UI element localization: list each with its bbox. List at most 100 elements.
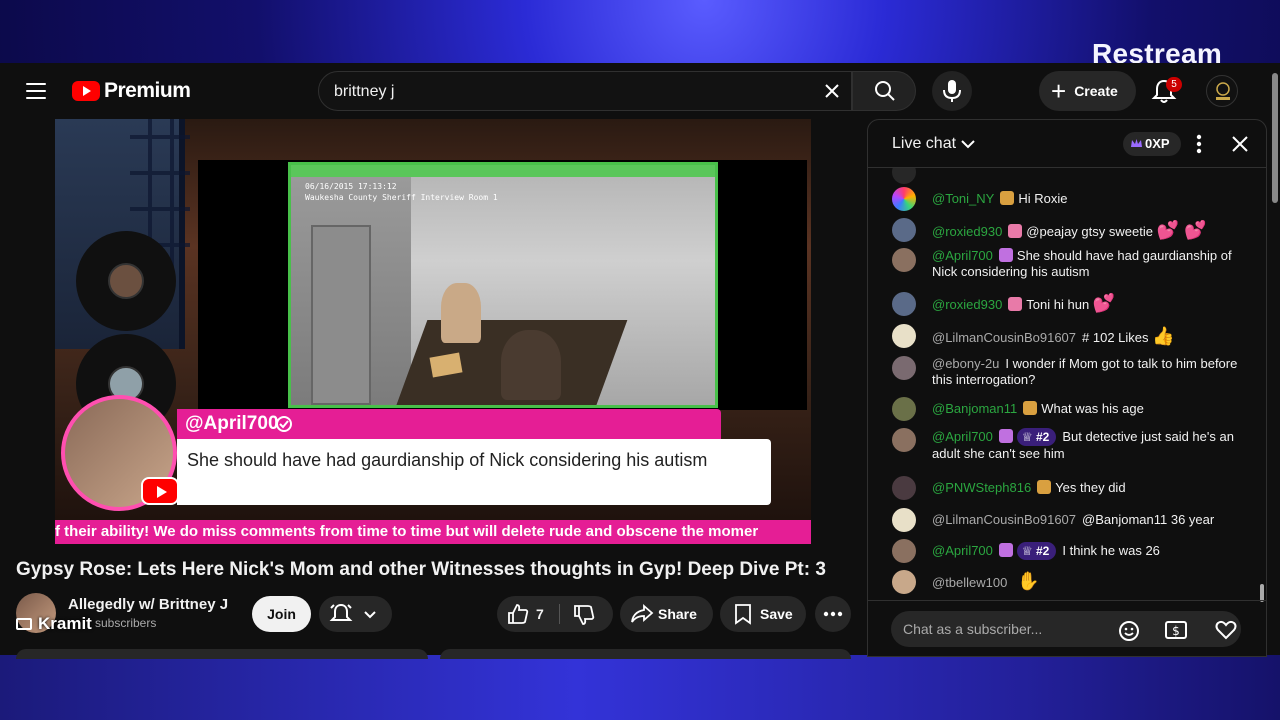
description-box[interactable] (16, 649, 428, 659)
monitor-icon (16, 618, 32, 630)
chat-author[interactable]: @LilmanCousinBo91607 (932, 330, 1076, 345)
chat-avatar[interactable] (892, 292, 916, 316)
chat-avatar[interactable] (892, 187, 916, 211)
ticker-banner: f their ability! We do miss comments fro… (55, 520, 811, 544)
chat-input[interactable]: Chat as a subscriber... (891, 611, 1241, 647)
subscribed-notifications-button[interactable] (319, 596, 392, 632)
chat-avatar[interactable] (892, 539, 916, 563)
thumbs-down-icon[interactable] (573, 604, 595, 626)
bell-icon (329, 603, 353, 621)
chat-message: @roxied930 @peajay gtsy sweetie 💕 💕 (892, 218, 1244, 242)
guest-avatar-1 (76, 231, 176, 331)
chat-avatar[interactable] (892, 428, 916, 452)
member-badge-icon (998, 429, 1013, 443)
chat-avatar[interactable] (892, 397, 916, 421)
heart-emoji-icon: 💕 (1092, 293, 1116, 313)
chat-message: @Banjoman11 What was his age (892, 397, 1244, 421)
logo-text: Premium (104, 79, 191, 102)
chat-author[interactable]: @April700 (932, 248, 993, 263)
chevron-down-icon[interactable] (960, 136, 976, 152)
chat-author[interactable]: @ebony-2u (932, 356, 999, 371)
account-avatar[interactable] (1206, 75, 1238, 107)
hearts-emoji-icon: 💕 💕 (1156, 220, 1207, 240)
footage-timestamp-line2: Waukesha County Sheriff Interview Room 1 (305, 193, 498, 202)
search-icon (875, 81, 895, 101)
menu-icon[interactable] (26, 83, 46, 99)
chat-messages: @Toni_NY Hi Roxie @roxied930 @peajay gtsy … (868, 168, 1260, 600)
save-button[interactable]: Save (720, 596, 806, 632)
search-input[interactable]: brittney j (318, 71, 852, 111)
share-button[interactable]: Share (620, 596, 713, 632)
close-icon[interactable] (1230, 134, 1250, 154)
rank-value: #2 (1036, 430, 1050, 444)
search-button[interactable] (852, 71, 916, 111)
xp-button[interactable]: 0XP (1123, 132, 1181, 156)
chat-avatar[interactable] (892, 508, 916, 532)
crown-icon (1131, 139, 1142, 147)
chat-author[interactable]: @PNWSteph816 (932, 480, 1031, 495)
chat-message: @tbellew100 ✋ (892, 570, 1244, 594)
top-bar: Premium brittney j + Create 5 (0, 63, 1270, 119)
video-player[interactable]: 06/16/2015 17:13:12 Waukesha County Sher… (55, 119, 811, 544)
member-badge-icon (1008, 297, 1023, 311)
rank-badge: ♕ #2 (1016, 542, 1057, 560)
youtube-play-icon (72, 81, 100, 101)
chat-placeholder: Chat as a subscriber... (903, 621, 1043, 637)
voice-search-button[interactable] (932, 71, 972, 111)
chat-avatar[interactable] (892, 218, 916, 242)
chat-author[interactable]: @tbellew100 (932, 575, 1007, 590)
guest-photo-1 (108, 263, 144, 299)
footage-door (311, 225, 371, 405)
page-scrollbar-thumb[interactable] (1272, 73, 1278, 203)
chat-avatar (892, 168, 916, 184)
chat-message: @LilmanCousinBo91607 # 102 Likes 👍 (892, 324, 1244, 348)
thumbs-up-emoji-icon: 👍 (1152, 326, 1175, 346)
youtube-logo[interactable]: Premium (72, 79, 191, 103)
desktop-background (0, 655, 1280, 720)
page-scrollbar[interactable] (1270, 63, 1280, 655)
svg-text:$: $ (1172, 624, 1180, 638)
chat-author[interactable]: @roxied930 (932, 297, 1002, 312)
chat-text: I think he was 26 (1062, 543, 1160, 558)
emoji-icon[interactable] (1118, 620, 1140, 642)
chat-author[interactable]: @Banjoman11 (932, 401, 1017, 416)
close-icon[interactable] (821, 80, 843, 102)
comment-author: @April700 (185, 413, 279, 434)
notification-badge: 5 (1166, 77, 1182, 92)
chat-author[interactable]: @April700 (932, 429, 993, 444)
member-badge-icon (1000, 191, 1015, 205)
secondary-box[interactable] (440, 649, 851, 659)
thumbs-up-icon[interactable] (507, 603, 529, 625)
chat-message: @April700 ♕ #2 But detective just said he'… (892, 428, 1244, 462)
footage-window-bar (291, 165, 715, 177)
more-actions-button[interactable] (815, 596, 851, 632)
chat-author[interactable]: @April700 (932, 543, 993, 558)
microphone-icon (943, 80, 961, 102)
footage-timestamp-line1: 06/16/2015 17:13:12 (305, 182, 397, 191)
comment-name-bar: @April700 (177, 409, 721, 439)
chat-avatar[interactable] (892, 248, 916, 272)
chat-text: Yes they did (1055, 480, 1126, 495)
join-button[interactable]: Join (252, 596, 311, 632)
chat-title[interactable]: Live chat (892, 135, 956, 153)
super-chat-icon[interactable]: $ (1165, 620, 1187, 640)
chat-avatar[interactable] (892, 476, 916, 500)
chat-author[interactable]: @roxied930 (932, 224, 1002, 239)
live-chat-panel: Live chat 0XP @Toni_NY Hi Roxie @roxied93… (867, 119, 1267, 657)
chat-avatar[interactable] (892, 570, 916, 594)
chat-message: @roxied930 Toni hi hun 💕 (892, 292, 1244, 316)
chat-author[interactable]: @Toni_NY (932, 191, 994, 206)
chat-text: @peajay gtsy sweetie (1026, 224, 1153, 239)
chat-avatar[interactable] (892, 356, 916, 380)
footage-detective (501, 330, 561, 400)
create-button[interactable]: + Create (1039, 71, 1136, 111)
youtube-app: Premium brittney j + Create 5 06/16/2015… (0, 63, 1270, 659)
channel-name[interactable]: Allegedly w/ Brittney J (68, 596, 228, 613)
more-vertical-icon[interactable] (1195, 133, 1203, 155)
like-dislike-group: 7 (497, 596, 613, 632)
heart-icon[interactable] (1215, 620, 1237, 640)
chat-avatar[interactable] (892, 324, 916, 348)
more-horizontal-icon (823, 611, 843, 617)
chat-author[interactable]: @LilmanCousinBo91607 (932, 512, 1076, 527)
share-label: Share (658, 606, 697, 622)
